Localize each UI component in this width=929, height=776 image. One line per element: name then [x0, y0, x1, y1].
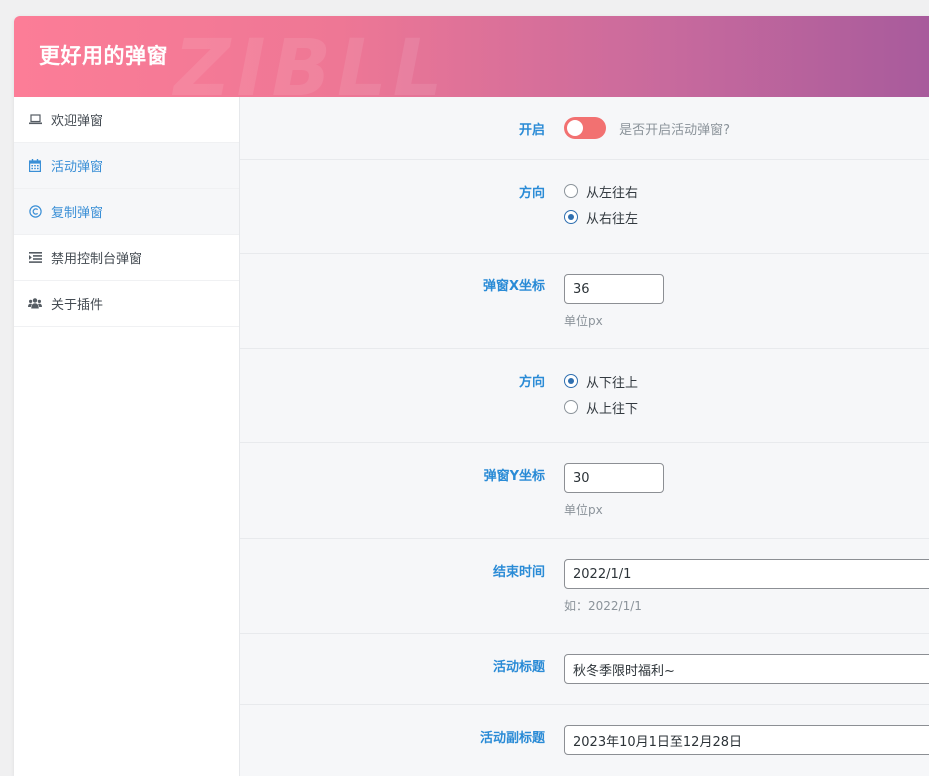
field-label: 方向	[518, 375, 545, 390]
field-body: 如：2022/1/1	[564, 559, 929, 614]
sidebar-item-activity-popup[interactable]: 活动弹窗	[14, 143, 239, 189]
x-coord-input[interactable]	[564, 274, 664, 304]
field-y-coord: 弹窗Y坐标 单位px	[240, 443, 929, 539]
field-label: 开启	[518, 123, 545, 138]
radio-label: 从下往上	[586, 375, 639, 391]
radio-option-bottom-to-top[interactable]: 从下往上	[564, 368, 638, 394]
activity-title-input[interactable]	[564, 654, 929, 684]
laptop-icon	[28, 113, 42, 127]
radio-button[interactable]	[564, 210, 578, 224]
field-enable: 开启 是否开启活动弹窗?	[240, 97, 929, 160]
sidebar-item-disable-console-popup[interactable]: 禁用控制台弹窗	[14, 235, 239, 281]
field-description: 单位px	[564, 503, 603, 517]
radio-option-left-to-right[interactable]: 从左往右	[564, 178, 638, 204]
radio-button[interactable]	[564, 184, 578, 198]
field-direction-y: 方向 从下往上 从上往下	[240, 349, 929, 443]
sidebar-item-label: 关于插件	[51, 298, 104, 313]
field-end-time: 结束时间 如：2022/1/1	[240, 539, 929, 634]
enable-toggle[interactable]	[564, 117, 606, 139]
field-label: 弹窗Y坐标	[483, 469, 545, 484]
field-direction-x: 方向 从左往右 从右往左	[240, 160, 929, 254]
field-label: 弹窗X坐标	[482, 279, 545, 294]
calendar-icon	[28, 159, 42, 173]
field-description: 单位px	[564, 314, 603, 328]
sidebar-item-label: 活动弹窗	[51, 160, 104, 175]
field-x-coord: 弹窗X坐标 单位px	[240, 254, 929, 349]
sidebar-item-label: 复制弹窗	[51, 206, 104, 221]
sidebar-item-label: 欢迎弹窗	[51, 114, 104, 129]
activity-subtitle-input[interactable]	[564, 725, 929, 755]
field-label: 结束时间	[492, 565, 545, 580]
radio-button[interactable]	[564, 400, 578, 414]
field-activity-title: 活动标题	[240, 634, 929, 705]
field-activity-subtitle: 活动副标题	[240, 705, 929, 775]
enable-hint: 是否开启活动弹窗?	[619, 122, 730, 138]
sidebar-item-about-plugin[interactable]: 关于插件	[14, 281, 239, 327]
indent-icon	[28, 251, 42, 265]
panel-title: 更好用的弹窗	[39, 44, 168, 68]
settings-panel: ZIBLL 更好用的弹窗 欢迎弹窗 活动弹窗 复制弹窗 禁用控制台弹窗 关于插件…	[14, 16, 929, 776]
settings-content: 开启 是否开启活动弹窗? 方向 从左往右 从右往左 弹窗X坐标 36 单位px …	[240, 97, 929, 776]
users-icon	[28, 297, 42, 311]
y-coord-input[interactable]	[564, 463, 664, 493]
copyright-icon	[28, 205, 42, 219]
radio-label: 从上往下	[586, 401, 639, 417]
field-description: 如：2022/1/1	[564, 599, 642, 613]
sidebar-nav: 欢迎弹窗 活动弹窗 复制弹窗 禁用控制台弹窗 关于插件	[14, 97, 240, 776]
radio-label: 从右往左	[586, 211, 639, 227]
field-body: 是否开启活动弹窗?	[564, 117, 730, 139]
field-body	[564, 725, 929, 755]
field-body	[564, 654, 929, 684]
sidebar-item-label: 禁用控制台弹窗	[51, 252, 143, 267]
field-body: 从下往上 从上往下	[564, 368, 638, 420]
field-label: 活动标题	[492, 660, 545, 675]
radio-button[interactable]	[564, 374, 578, 388]
radio-option-right-to-left[interactable]: 从右往左	[564, 204, 638, 230]
field-label: 方向	[518, 186, 545, 201]
header-watermark: ZIBLL	[174, 24, 449, 97]
radio-label: 从左往右	[586, 185, 639, 201]
sidebar-item-welcome-popup[interactable]: 欢迎弹窗	[14, 97, 239, 143]
field-body: 从左往右 从右往左	[564, 178, 638, 230]
end-time-input[interactable]	[564, 559, 929, 589]
sidebar-item-copy-popup[interactable]: 复制弹窗	[14, 189, 239, 235]
panel-header: ZIBLL 更好用的弹窗	[14, 16, 929, 97]
field-body: 单位px	[564, 274, 664, 329]
field-body: 单位px	[564, 463, 664, 518]
toggle-knob	[567, 120, 583, 136]
field-label: 活动副标题	[479, 731, 545, 746]
radio-option-top-to-bottom[interactable]: 从上往下	[564, 394, 638, 420]
